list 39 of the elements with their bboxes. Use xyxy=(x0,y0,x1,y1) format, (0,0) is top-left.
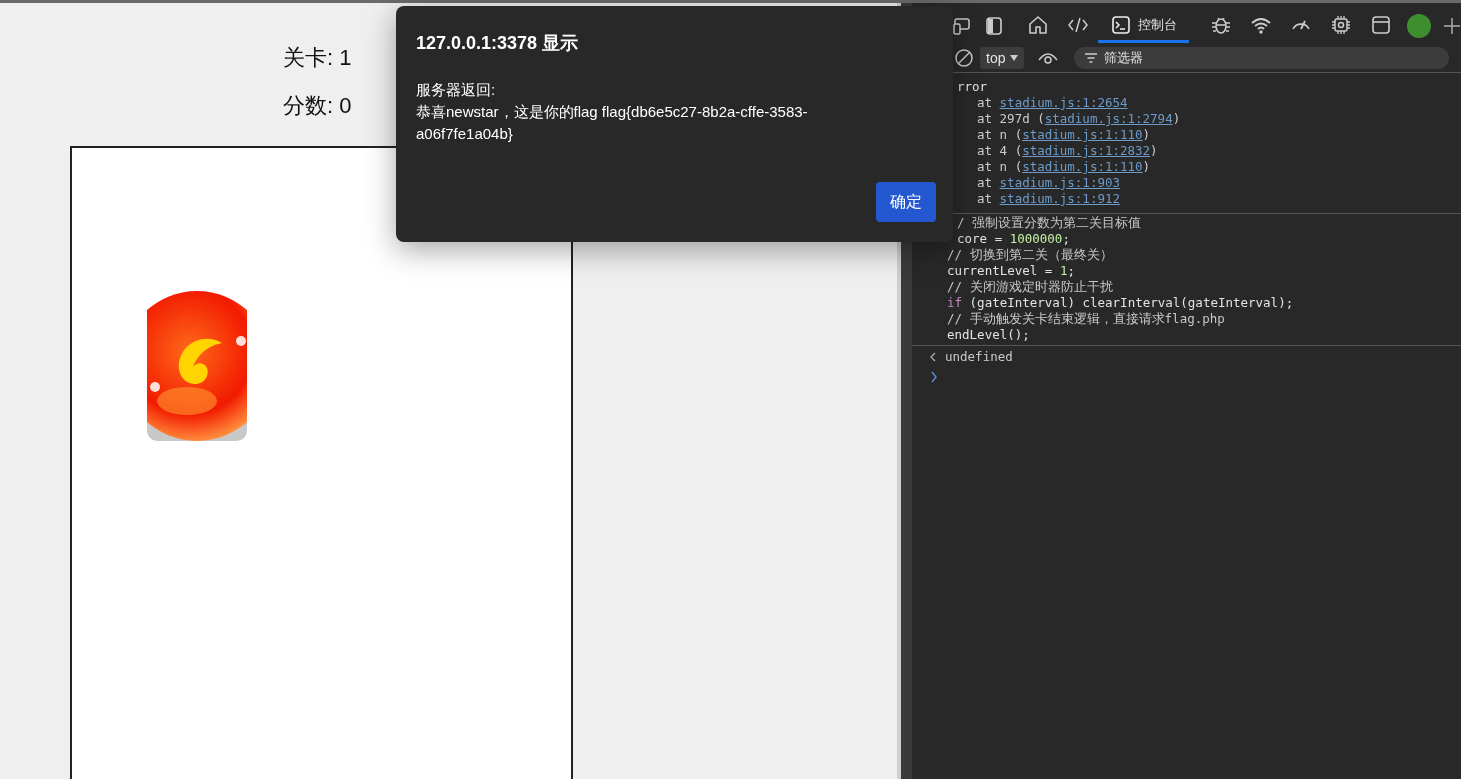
filter-field[interactable]: 筛选器 xyxy=(1074,47,1449,69)
source-link[interactable]: stadium.js:1:903 xyxy=(999,175,1120,190)
code-line: core = 1000000; xyxy=(956,231,1071,247)
ok-button[interactable]: 确定 xyxy=(876,182,936,222)
avatar-icon[interactable] xyxy=(1407,14,1431,38)
source-link[interactable]: stadium.js:1:2794 xyxy=(1044,111,1173,126)
chip-icon xyxy=(1330,13,1352,36)
caret-icon xyxy=(1010,55,1019,61)
source-link[interactable]: stadium.js:1:2654 xyxy=(999,95,1128,110)
level-label: 关卡: 1 xyxy=(283,44,352,72)
source-link[interactable]: stadium.js:1:912 xyxy=(999,191,1120,206)
source-link[interactable]: stadium.js:1:110 xyxy=(1022,159,1143,174)
error-message: rror xyxy=(956,79,989,95)
dialog-message: 恭喜newstar，这是你的flag flag{db6e5c27-8b2a-cffe-3583- xyxy=(416,102,809,122)
dialog-title: 127.0.0.1:3378 显示 xyxy=(416,32,580,55)
window-icon xyxy=(1370,13,1392,36)
code-line: // 切换到第二关（最终关） xyxy=(946,247,1114,263)
code-line: if (gateInterval) clearInterval(gateInterval); xyxy=(946,295,1295,311)
home-icon xyxy=(1027,13,1049,36)
score-label: 分数: 0 xyxy=(283,92,352,120)
prompt-icon[interactable] xyxy=(930,371,938,383)
plus-icon[interactable] xyxy=(1443,17,1461,35)
code-line: endLevel(); xyxy=(946,327,1031,343)
dialog-message: 服务器返回: xyxy=(416,80,497,100)
source-link[interactable]: stadium.js:1:2832 xyxy=(1022,143,1151,158)
code-line: currentLevel = 1; xyxy=(946,263,1076,279)
filter-icon xyxy=(1084,52,1099,64)
context-dropdown[interactable]: top xyxy=(980,47,1025,69)
fire-orb-icon xyxy=(147,291,247,441)
code-line: // 关闭游戏定时器防止干扰 xyxy=(946,279,1114,295)
terminal-icon xyxy=(1110,13,1132,36)
code-line: / 强制设置分数为第二关目标值 xyxy=(956,215,1143,231)
result-value: undefined xyxy=(945,349,1013,365)
devtools-tab[interactable]: 控制台 xyxy=(1098,9,1189,43)
eye-icon[interactable] xyxy=(1038,51,1059,65)
dialog-message: a06f7fe1a04b} xyxy=(416,124,514,144)
source-link[interactable]: stadium.js:1:110 xyxy=(1022,127,1143,142)
clear-console-icon[interactable] xyxy=(954,48,974,68)
code-line: // 手动触发关卡结束逻辑，直接请求flag.php xyxy=(946,311,1226,327)
